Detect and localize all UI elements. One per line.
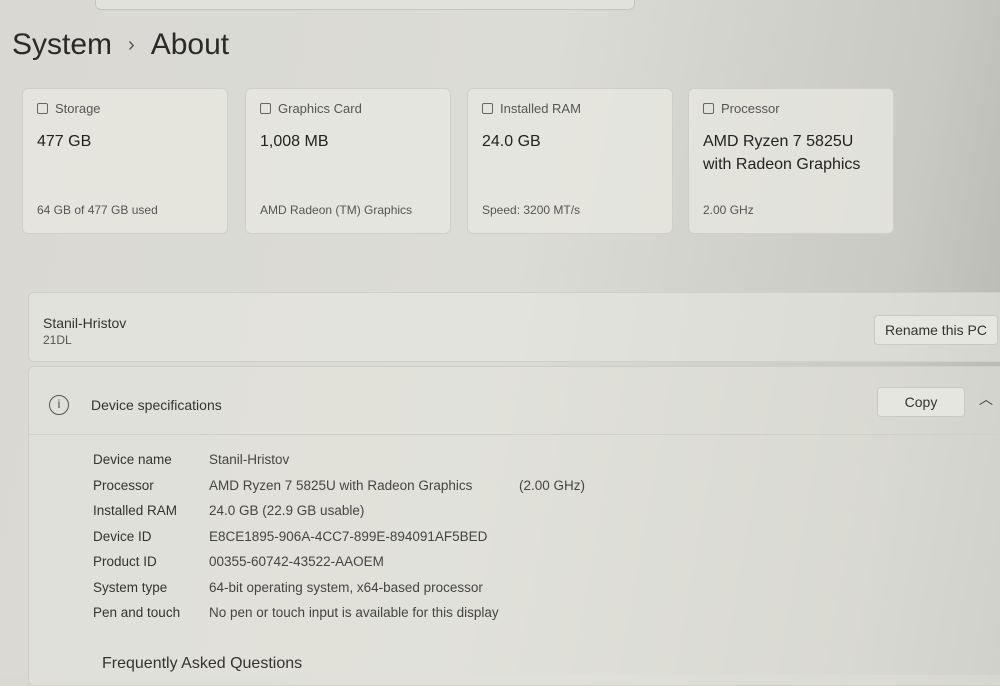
device-specifications-title: Device specifications: [91, 397, 222, 413]
card-label: Storage: [55, 101, 101, 116]
spec-extra: (2.00 GHz): [519, 477, 586, 493]
spec-extra: [519, 575, 585, 601]
spec-key: Pen and touch: [93, 605, 181, 621]
spec-value: AMD Ryzen 7 5825U with Radeon Graphics: [209, 477, 473, 493]
rename-pc-button[interactable]: Rename this PC: [874, 315, 998, 345]
card-label: Graphics Card: [278, 101, 362, 116]
spec-key: Device ID: [93, 528, 152, 544]
spec-extra: [519, 447, 585, 473]
spec-key: Installed RAM: [93, 503, 178, 519]
spec-extra: [519, 549, 585, 575]
spec-extra: [519, 600, 585, 626]
processor-icon: [703, 103, 714, 114]
spec-key: Device name: [93, 452, 172, 468]
table-row: Product ID 00355-60742-43522-AAOEM: [93, 549, 585, 575]
search-box[interactable]: [95, 0, 635, 10]
spec-value: Stanil-Hristov: [209, 452, 290, 468]
card-subtext: Speed: 3200 MT/s: [482, 203, 581, 217]
card-value: AMD Ryzen 7 5825U with Radeon Graphics: [703, 133, 861, 173]
specs-table: Device name Stanil-Hristov Processor AMD…: [93, 447, 585, 626]
pc-name: Stanil-Hristov: [43, 315, 127, 331]
copy-button[interactable]: Copy: [877, 387, 965, 417]
chevron-right-icon: ›: [128, 33, 135, 56]
spec-value: 00355-60742-43522-AAOEM: [209, 554, 384, 570]
card-processor: Processor AMD Ryzen 7 5825U with Radeon …: [688, 88, 894, 234]
card-value: 1,008 MB: [260, 133, 329, 150]
card-graphics-card: Graphics Card 1,008 MB AMD Radeon (TM) G…: [245, 88, 451, 234]
spec-value: 64-bit operating system, x64-based proce…: [209, 579, 483, 595]
card-label: Processor: [721, 101, 780, 116]
pc-name-row: Stanil-Hristov 21DL Rename this PC: [28, 292, 1000, 362]
device-specifications-panel: i Device specifications Copy ︿ Device na…: [28, 366, 1000, 686]
table-row: Device name Stanil-Hristov: [93, 447, 585, 473]
card-value: 24.0 GB: [482, 133, 541, 150]
card-installed-ram: Installed RAM 24.0 GB Speed: 3200 MT/s: [467, 88, 673, 234]
table-row: Processor AMD Ryzen 7 5825U with Radeon …: [93, 473, 585, 499]
spec-extra: [519, 524, 585, 550]
ram-icon: [482, 103, 493, 114]
table-row: Device ID E8CE1895-906A-4CC7-899E-894091…: [93, 524, 585, 550]
spec-key: Product ID: [93, 554, 157, 570]
spec-value: 24.0 GB (22.9 GB usable): [209, 503, 365, 519]
table-row: Pen and touch No pen or touch input is a…: [93, 600, 585, 626]
spec-value: No pen or touch input is available for t…: [209, 605, 499, 621]
page-title: About: [150, 28, 230, 61]
breadcrumb: System › About: [12, 28, 229, 62]
card-label: Installed RAM: [500, 101, 581, 116]
device-specifications-header[interactable]: i Device specifications Copy ︿: [29, 367, 1000, 435]
info-icon: i: [49, 395, 69, 415]
card-value: 477 GB: [37, 133, 92, 150]
card-storage: Storage 477 GB 64 GB of 477 GB used: [22, 88, 228, 234]
graphics-card-icon: [260, 103, 271, 114]
pc-model: 21DL: [43, 333, 72, 347]
storage-icon: [37, 103, 48, 114]
chevron-up-icon[interactable]: ︿: [979, 389, 993, 409]
spec-key: System type: [93, 579, 168, 595]
spec-extra: [519, 498, 585, 524]
card-subtext: AMD Radeon (TM) Graphics: [260, 203, 413, 217]
table-row: System type 64-bit operating system, x64…: [93, 575, 585, 601]
faq-heading: Frequently Asked Questions: [102, 655, 303, 672]
spec-value: E8CE1895-906A-4CC7-899E-894091AF5BED: [209, 528, 488, 544]
table-row: Installed RAM 24.0 GB (22.9 GB usable): [93, 498, 585, 524]
card-subtext: 2.00 GHz: [703, 203, 754, 217]
spec-key: Processor: [93, 477, 154, 493]
breadcrumb-system[interactable]: System: [12, 28, 112, 62]
card-subtext: 64 GB of 477 GB used: [37, 203, 158, 217]
